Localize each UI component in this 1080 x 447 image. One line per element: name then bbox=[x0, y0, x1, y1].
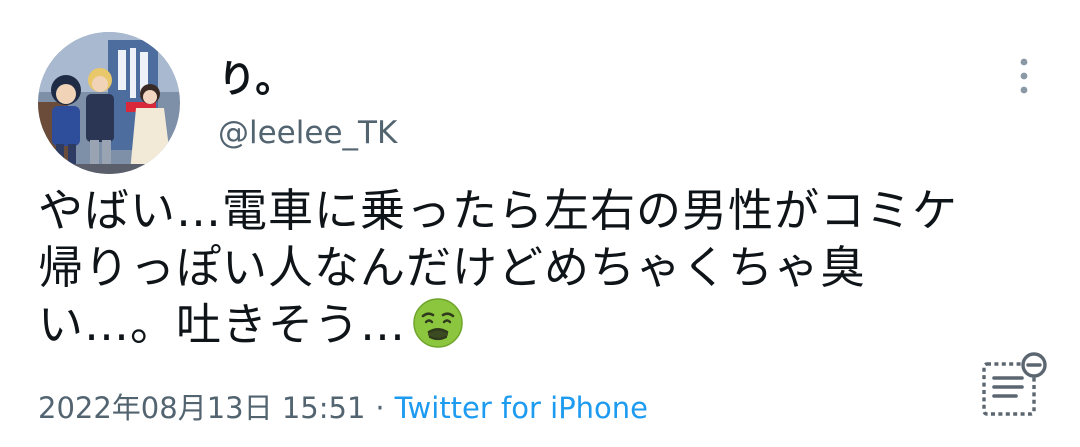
display-name[interactable]: り。 bbox=[218, 56, 293, 102]
meta-separator: · bbox=[375, 391, 385, 425]
tweet-text-line: い…。吐きそう… bbox=[38, 296, 978, 362]
tweet-source-link[interactable]: Twitter for iPhone bbox=[395, 391, 648, 425]
tweet-text: やばい…電車に乗ったら左右の男性がコミケ 帰りっぽい人なんだけどめちゃくちゃ臭 … bbox=[38, 182, 978, 362]
nauseated-face-icon bbox=[412, 297, 464, 362]
thread-reader-button[interactable] bbox=[978, 350, 1052, 424]
tweet-meta: 2022年08月13日 15:51 · Twitter for iPhone bbox=[38, 388, 648, 428]
user-handle[interactable]: @leelee_TK bbox=[218, 114, 397, 152]
tweet-text-line: 帰りっぽい人なんだけどめちゃくちゃ臭 bbox=[38, 241, 867, 294]
more-vertical-icon bbox=[1020, 58, 1028, 94]
avatar[interactable] bbox=[38, 32, 180, 174]
more-options-button[interactable] bbox=[1004, 52, 1044, 100]
tweet-text-line: やばい…電車に乗ったら左右の男性がコミケ bbox=[38, 184, 959, 237]
tweet-card: り。 @leelee_TK やばい…電車に乗ったら左右の男性がコミケ 帰りっぽい… bbox=[0, 0, 1080, 447]
thread-reader-icon bbox=[982, 352, 1047, 416]
avatar-photo bbox=[38, 32, 180, 174]
tweet-text-line-text: い…。吐きそう… bbox=[38, 298, 407, 351]
tweet-timestamp[interactable]: 2022年08月13日 15:51 bbox=[38, 391, 365, 425]
